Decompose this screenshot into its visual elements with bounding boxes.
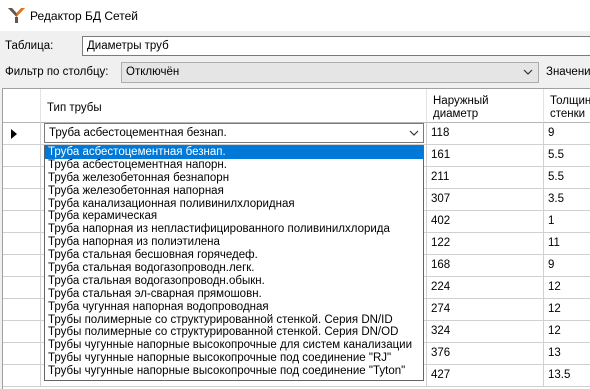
value-label: Значени: [546, 66, 590, 78]
cell-wall-thickness[interactable]: 13.5: [544, 365, 590, 387]
dropdown-option[interactable]: Труба керамическая: [45, 210, 423, 223]
title-bar: Редактор БД Сетей: [0, 0, 590, 31]
app-logo-icon: [8, 8, 25, 23]
dropdown-option[interactable]: Труба стальная бесшовная горячедеф.: [45, 249, 423, 262]
cell-outer-diameter[interactable]: 118: [427, 123, 544, 145]
table-field[interactable]: Диаметры труб: [82, 36, 590, 56]
column-header-pipe-type[interactable]: Тип трубы: [41, 89, 427, 123]
chevron-down-icon[interactable]: [409, 128, 419, 138]
dropdown-option[interactable]: Трубы чугунные напорные высокопрочные по…: [45, 365, 423, 378]
filter-column-label: Фильтр по столбцу:: [5, 66, 109, 78]
row-header[interactable]: [3, 321, 41, 343]
row-header[interactable]: [3, 145, 41, 167]
cell-outer-diameter[interactable]: 224: [427, 277, 544, 299]
row-header-corner: [3, 89, 41, 123]
cell-outer-diameter[interactable]: 402: [427, 211, 544, 233]
dropdown-option[interactable]: Труба асбестоцементная напорн.: [45, 159, 423, 172]
dropdown-option[interactable]: Труба чугунная напорная водопроводная: [45, 301, 423, 314]
dropdown-option[interactable]: Труба напорная из полиэтилена: [45, 236, 423, 249]
cell-wall-thickness[interactable]: 1: [544, 211, 590, 233]
dropdown-option[interactable]: Труба стальная эл-сварная прямошовн.: [45, 288, 423, 301]
dropdown-option[interactable]: Труба асбестоцементная безнап.: [45, 146, 423, 159]
row-header[interactable]: [3, 211, 41, 233]
cell-wall-thickness[interactable]: 13: [544, 343, 590, 365]
dropdown-option[interactable]: Труба железобетонная напорная: [45, 185, 423, 198]
cell-wall-thickness[interactable]: 11: [544, 233, 590, 255]
cell-outer-diameter[interactable]: 211: [427, 167, 544, 189]
row-header[interactable]: [3, 299, 41, 321]
pipe-type-combo[interactable]: Труба асбестоцементная безнап.: [44, 123, 424, 143]
row-header[interactable]: [3, 189, 41, 211]
cell-wall-thickness[interactable]: 5.5: [544, 167, 590, 189]
pipe-type-dropdown-list[interactable]: Труба асбестоцементная безнап. Труба асбе…: [44, 145, 424, 381]
dropdown-option[interactable]: Труба железобетонная безнапорн: [45, 172, 423, 185]
dropdown-option[interactable]: Труба напорная из непластифицированного …: [45, 223, 423, 236]
column-header-outer-diameter[interactable]: Наружный диаметр: [427, 89, 544, 123]
cell-outer-diameter[interactable]: 427: [427, 365, 544, 387]
cell-wall-thickness[interactable]: 9: [544, 255, 590, 277]
window-title: Редактор БД Сетей: [30, 9, 139, 23]
column-header-wall-thickness[interactable]: Толщин стенки: [544, 89, 590, 123]
dropdown-option[interactable]: Трубы чугунные напорные высокопрочные дл…: [45, 339, 423, 352]
current-row-arrow-icon: [11, 129, 17, 139]
cell-wall-thickness[interactable]: 5.5: [544, 145, 590, 167]
cell-outer-diameter[interactable]: 274: [427, 299, 544, 321]
row-header[interactable]: [3, 343, 41, 365]
column-header-label: Толщин: [550, 95, 590, 107]
row-header[interactable]: [3, 123, 41, 145]
row-header[interactable]: [3, 277, 41, 299]
cell-wall-thickness[interactable]: 9: [544, 123, 590, 145]
column-header-label: Тип трубы: [47, 102, 102, 114]
row-header[interactable]: [3, 365, 41, 387]
dropdown-option[interactable]: Труба канализационная поливинилхлоридная: [45, 198, 423, 211]
row-header[interactable]: [3, 167, 41, 189]
cell-wall-thickness[interactable]: 12: [544, 321, 590, 343]
cell-outer-diameter[interactable]: 376: [427, 343, 544, 365]
dropdown-option[interactable]: Труба стальная водогазопроводн.обыкн.: [45, 275, 423, 288]
cell-outer-diameter[interactable]: 168: [427, 255, 544, 277]
dropdown-option[interactable]: Трубы полимерные со структурированной ст…: [45, 326, 423, 339]
cell-wall-thickness[interactable]: 12: [544, 299, 590, 321]
dropdown-option[interactable]: Труба стальная водогазопроводн.легк.: [45, 262, 423, 275]
cell-wall-thickness[interactable]: 3.5: [544, 189, 590, 211]
filter-column-value: Отключён: [126, 66, 180, 78]
column-header-label: стенки: [550, 108, 586, 120]
cell-wall-thickness[interactable]: 12: [544, 277, 590, 299]
cell-outer-diameter[interactable]: 307: [427, 189, 544, 211]
filter-column-select[interactable]: Отключён: [121, 62, 539, 83]
cell-outer-diameter[interactable]: 324: [427, 321, 544, 343]
cell-outer-diameter[interactable]: 122: [427, 233, 544, 255]
cell-outer-diameter[interactable]: 161: [427, 145, 544, 167]
dropdown-option[interactable]: Трубы чугунные напорные высокопрочные по…: [45, 352, 423, 365]
column-header-label: Наружный диаметр: [433, 95, 489, 120]
table-label: Таблица:: [5, 40, 54, 52]
row-header[interactable]: [3, 233, 41, 255]
pipe-type-combo-value: Труба асбестоцементная безнап.: [49, 127, 227, 139]
chevron-down-icon[interactable]: [523, 67, 533, 77]
dropdown-option[interactable]: Трубы полимерные со структурированной ст…: [45, 314, 423, 327]
row-header[interactable]: [3, 255, 41, 277]
